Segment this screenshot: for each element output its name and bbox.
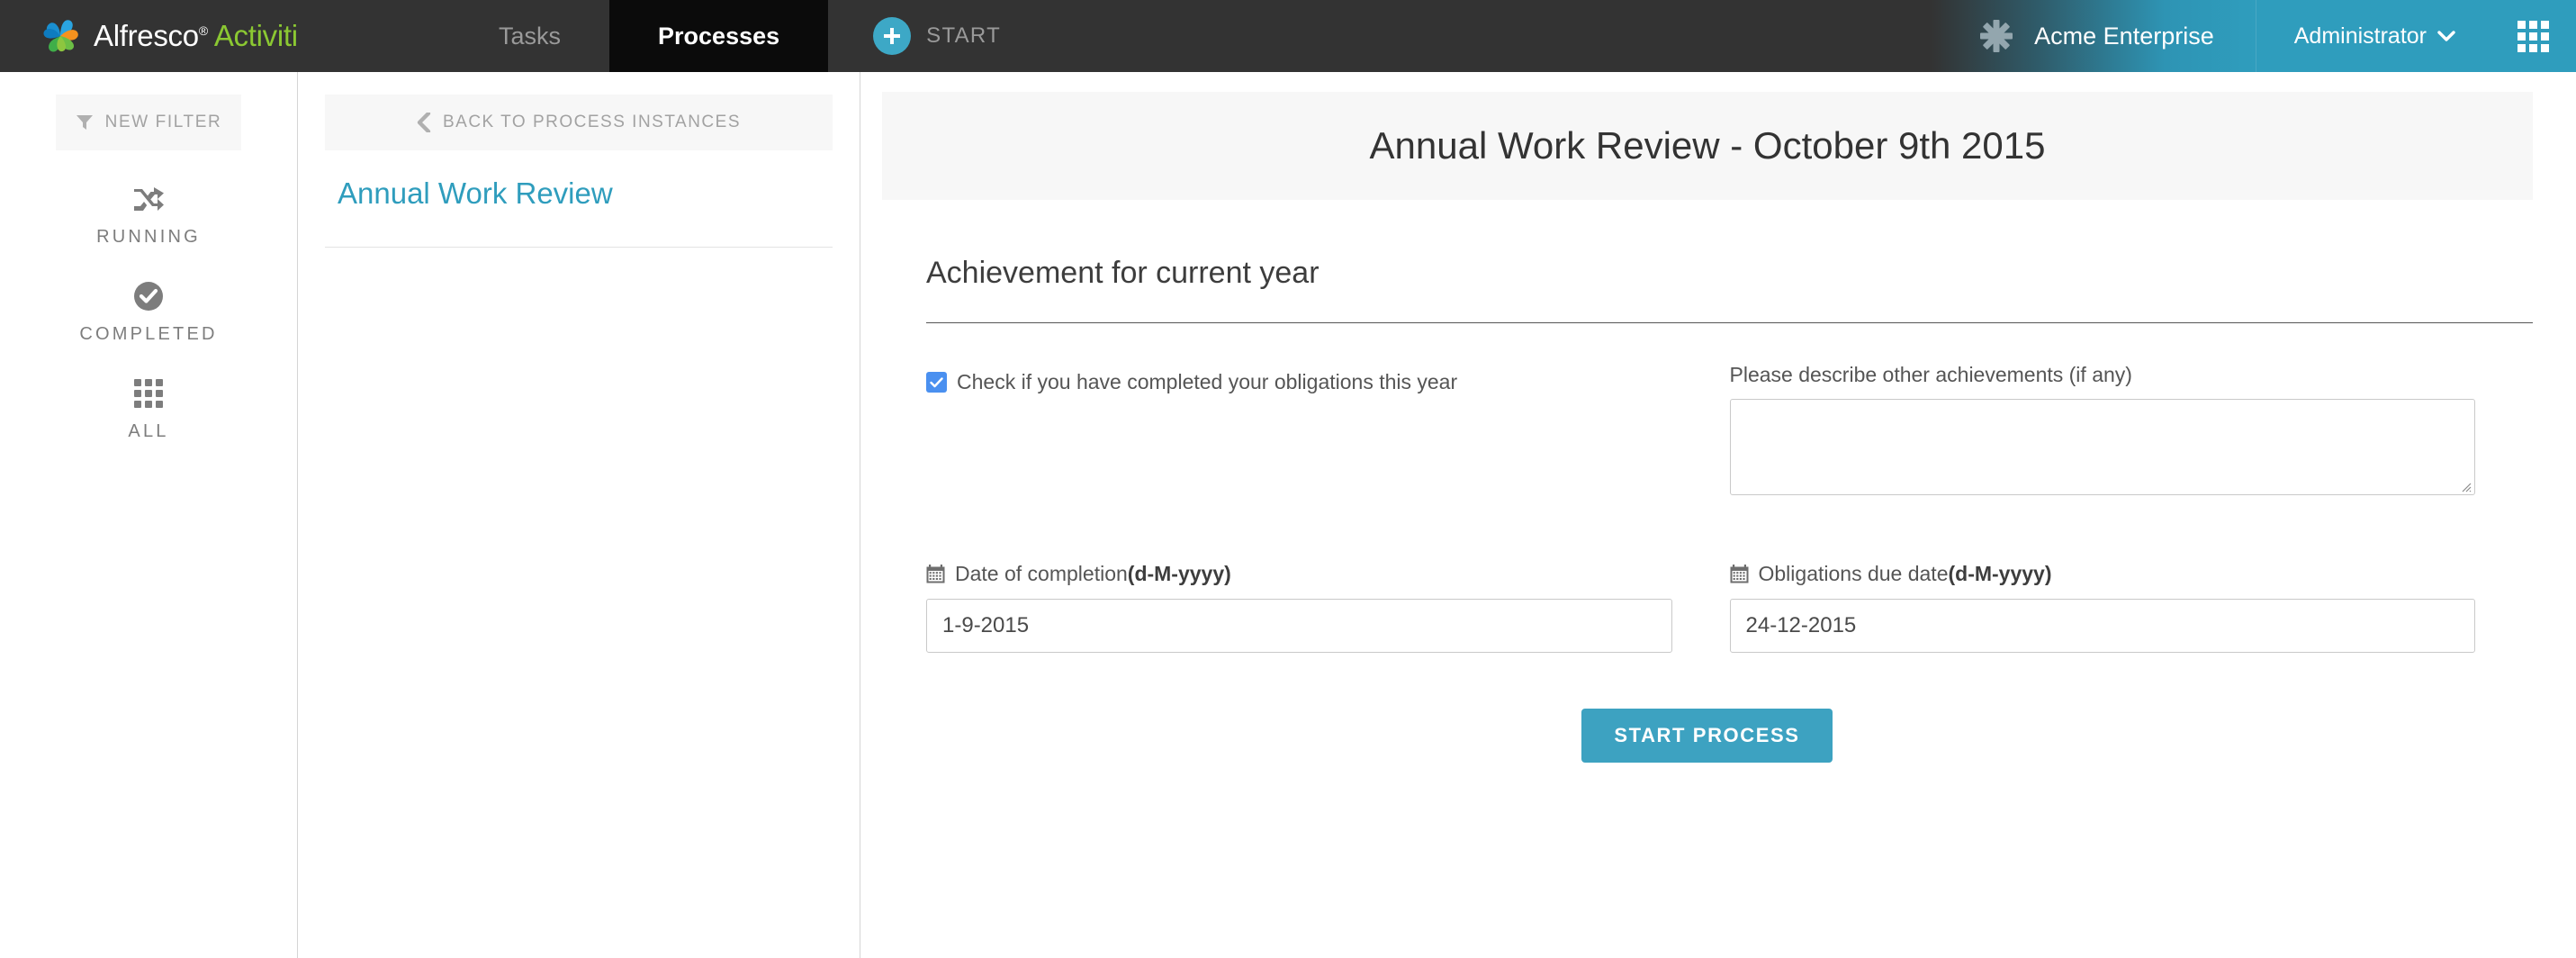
- start-process-button[interactable]: START PROCESS: [1581, 709, 1833, 763]
- date-obligations-input[interactable]: 24-12-2015: [1729, 599, 2475, 653]
- brand-registered-mark: ®: [198, 23, 208, 38]
- section-title: Achievement for current year: [926, 256, 1320, 290]
- shuffle-arrows-icon: [132, 181, 165, 217]
- main-content-panel: Annual Work Review - October 9th 2015 Ac…: [861, 72, 2576, 958]
- asterisk-icon: [1980, 20, 2013, 52]
- brand-activiti-text: Activiti: [213, 19, 298, 52]
- obligations-checkbox-label: Check if you have completed your obligat…: [957, 370, 1458, 393]
- checkmark-icon: [930, 376, 943, 387]
- user-name-label: Administrator: [2293, 23, 2427, 49]
- back-to-process-instances-button[interactable]: BACK TO PROCESS INSTANCES: [325, 95, 833, 150]
- sidebar-item-running-label: RUNNING: [96, 227, 201, 247]
- date-obligations-label: Obligations due date (d-M-yyyy): [1730, 562, 2476, 586]
- sidebar-item-completed[interactable]: COMPLETED: [0, 278, 297, 345]
- brand-logo-group[interactable]: Alfresco® Activiti: [0, 0, 450, 72]
- plus-circle-icon: [873, 17, 912, 55]
- grid-squares-icon: [133, 375, 164, 411]
- date-completion-label-text: Date of completion: [955, 562, 1128, 585]
- achievements-label-text: Please describe other achievements (if a…: [1729, 363, 2132, 386]
- list-item[interactable]: Annual Work Review: [325, 150, 833, 248]
- process-name: Annual Work Review: [338, 176, 613, 210]
- achievements-textarea[interactable]: [1729, 399, 2475, 495]
- check-circle-icon: [133, 278, 164, 314]
- calendar-icon: [926, 565, 945, 583]
- user-account-menu[interactable]: Administrator: [2256, 0, 2490, 72]
- form-col-date-completion: Date of completion (d-M-yyyy) 1-9-2015: [926, 562, 1730, 653]
- date-completion-label: Date of completion (d-M-yyyy): [926, 562, 1672, 586]
- new-filter-label: NEW FILTER: [104, 113, 222, 131]
- filter-funnel-icon: [76, 115, 93, 130]
- form-header: Annual Work Review - October 9th 2015: [882, 92, 2533, 200]
- sidebar-item-running[interactable]: RUNNING: [0, 181, 297, 248]
- form-col-date-obligations: Obligations due date (d-M-yyyy) 24-12-20…: [1729, 562, 2534, 653]
- tab-processes[interactable]: Processes: [609, 0, 829, 72]
- sidebar-item-all[interactable]: ALL: [0, 375, 297, 442]
- alfresco-pinwheel-logo-icon: [43, 20, 78, 52]
- process-list-panel: BACK TO PROCESS INSTANCES Annual Work Re…: [298, 72, 860, 958]
- page-title: Annual Work Review - October 9th 2015: [1369, 124, 2046, 167]
- main-tabs: Tasks Processes: [450, 0, 829, 72]
- sidebar-item-completed-label: COMPLETED: [79, 324, 218, 344]
- start-process-nav-button[interactable]: START: [828, 0, 1037, 72]
- date-completion-value: 1-9-2015: [942, 613, 1030, 637]
- new-filter-button[interactable]: NEW FILTER: [56, 95, 241, 150]
- chevron-left-icon: [417, 113, 431, 132]
- filter-sidebar: NEW FILTER RUNNING COMPLETED ALL: [0, 72, 298, 958]
- form-col-textarea: Please describe other achievements (if a…: [1729, 323, 2534, 495]
- obligations-checkbox[interactable]: [926, 372, 947, 393]
- brand-wordmark: Alfresco® Activiti: [94, 19, 298, 53]
- app-root: Alfresco® Activiti Tasks Processes START: [0, 0, 2576, 958]
- date-completion-format: (d-M-yyyy): [1127, 562, 1231, 585]
- date-completion-input[interactable]: 1-9-2015: [926, 599, 1672, 653]
- achievements-label: Please describe other achievements (if a…: [1730, 363, 2476, 387]
- form-actions: START PROCESS: [899, 709, 2533, 763]
- start-label: START: [926, 23, 1002, 48]
- brand-alfresco-text: Alfresco: [94, 19, 199, 52]
- tenant-name: Acme Enterprise: [2034, 22, 2214, 50]
- form-col-checkbox: Check if you have completed your obligat…: [926, 323, 1730, 495]
- back-label: BACK TO PROCESS INSTANCES: [442, 113, 742, 131]
- tenant-group[interactable]: Acme Enterprise: [1932, 0, 2256, 72]
- calendar-icon: [1730, 565, 1748, 583]
- date-obligations-value: 24-12-2015: [1745, 613, 1857, 637]
- achievements-field-group: Please describe other achievements (if a…: [1729, 363, 2476, 495]
- date-obligations-format: (d-M-yyyy): [1948, 562, 2052, 585]
- chevron-down-icon: [2437, 31, 2455, 41]
- apps-grid-button[interactable]: [2490, 0, 2576, 72]
- form-body: Achievement for current year Check if yo…: [861, 256, 2576, 763]
- tab-tasks[interactable]: Tasks: [450, 0, 609, 72]
- form-row-2: Date of completion (d-M-yyyy) 1-9-2015 O…: [926, 562, 2533, 653]
- apps-grid-icon: [2517, 20, 2549, 52]
- obligations-checkbox-group[interactable]: Check if you have completed your obligat…: [926, 370, 1672, 394]
- sidebar-item-all-label: ALL: [128, 421, 169, 441]
- date-obligations-label-text: Obligations due date: [1758, 562, 1949, 585]
- top-navigation-bar: Alfresco® Activiti Tasks Processes START: [0, 0, 2576, 72]
- resize-grip-icon[interactable]: [2459, 480, 2472, 493]
- form-row-1: Check if you have completed your obligat…: [926, 323, 2533, 495]
